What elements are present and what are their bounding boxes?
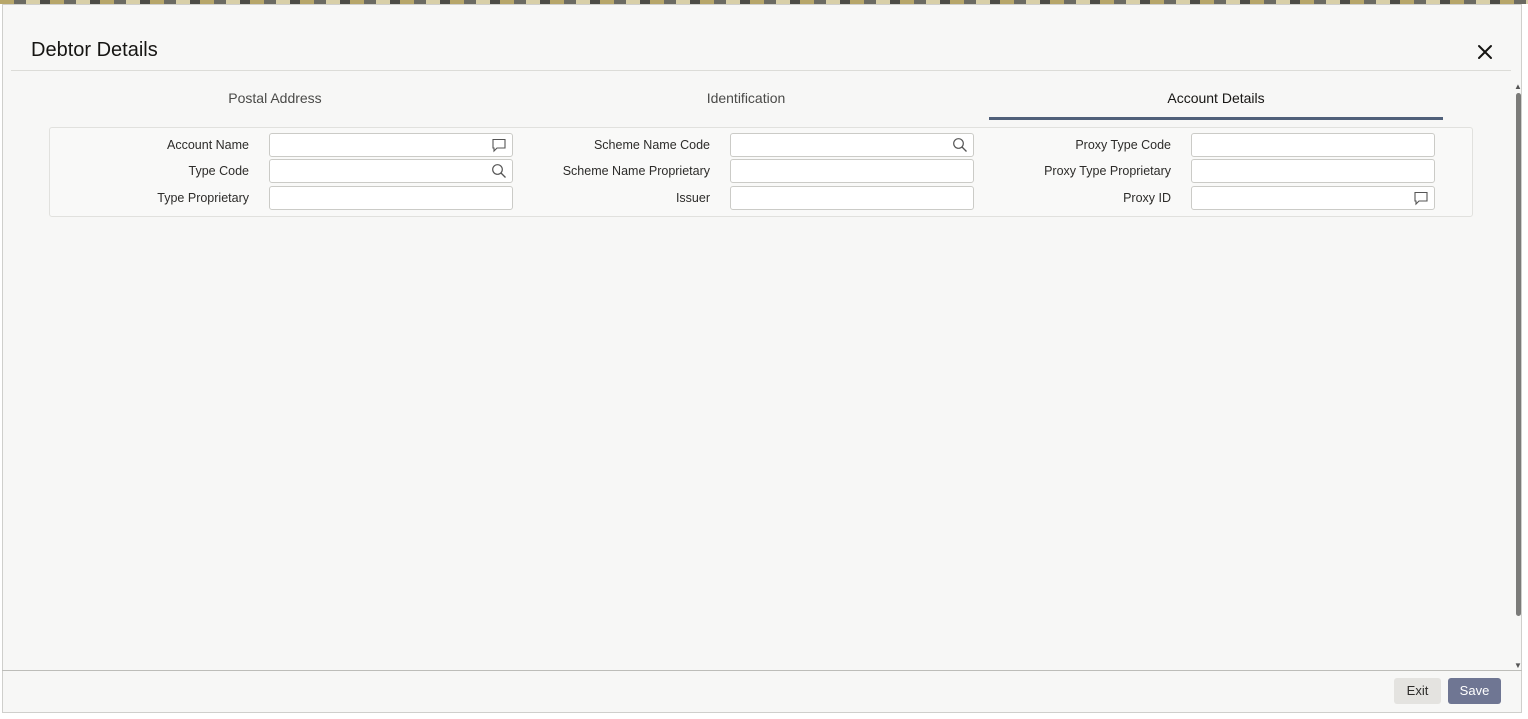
dialog-title: Debtor Details bbox=[31, 39, 158, 61]
proxy-type-code-input[interactable] bbox=[1198, 135, 1412, 157]
scheme-name-code-field[interactable] bbox=[730, 133, 974, 157]
scrollbar-thumb[interactable] bbox=[1516, 93, 1521, 616]
comment-icon[interactable] bbox=[491, 137, 507, 153]
exit-button[interactable]: Exit bbox=[1394, 678, 1441, 704]
scroll-up-arrow-icon[interactable]: ▲ bbox=[1513, 83, 1523, 91]
scheme-name-code-input[interactable] bbox=[737, 135, 951, 157]
footer-divider bbox=[2, 670, 1522, 671]
proxy-type-proprietary-input[interactable] bbox=[1198, 161, 1412, 183]
scheme-name-proprietary-input[interactable] bbox=[737, 161, 951, 183]
search-icon[interactable] bbox=[952, 137, 968, 153]
close-button[interactable] bbox=[1474, 41, 1496, 63]
type-code-label: Type Code bbox=[188, 164, 249, 178]
tab-account-details[interactable]: Account Details bbox=[989, 90, 1443, 120]
title-divider bbox=[11, 70, 1511, 71]
proxy-id-label: Proxy ID bbox=[1123, 191, 1171, 205]
comment-icon[interactable] bbox=[1413, 190, 1429, 206]
debtor-details-dialog: Debtor Details Postal Address Identifica… bbox=[2, 4, 1522, 713]
account-name-input[interactable] bbox=[276, 135, 490, 157]
proxy-type-proprietary-field[interactable] bbox=[1191, 159, 1435, 183]
scheme-name-proprietary-field[interactable] bbox=[730, 159, 974, 183]
proxy-type-proprietary-label: Proxy Type Proprietary bbox=[1044, 164, 1171, 178]
type-proprietary-label: Type Proprietary bbox=[157, 191, 249, 205]
type-code-field[interactable] bbox=[269, 159, 513, 183]
issuer-input[interactable] bbox=[737, 188, 951, 210]
account-name-label: Account Name bbox=[167, 138, 249, 152]
scheme-name-proprietary-label: Scheme Name Proprietary bbox=[562, 164, 710, 178]
search-icon[interactable] bbox=[491, 163, 507, 179]
tab-identification[interactable]: Identification bbox=[519, 90, 973, 120]
proxy-type-code-label: Proxy Type Code bbox=[1075, 138, 1171, 152]
proxy-type-code-field[interactable] bbox=[1191, 133, 1435, 157]
type-code-input[interactable] bbox=[276, 161, 490, 183]
save-button[interactable]: Save bbox=[1448, 678, 1501, 704]
issuer-field[interactable] bbox=[730, 186, 974, 210]
type-proprietary-field[interactable] bbox=[269, 186, 513, 210]
proxy-id-field[interactable] bbox=[1191, 186, 1435, 210]
type-proprietary-input[interactable] bbox=[276, 188, 490, 210]
tab-postal-address[interactable]: Postal Address bbox=[48, 90, 502, 120]
issuer-label: Issuer bbox=[675, 191, 710, 205]
proxy-id-input[interactable] bbox=[1198, 188, 1412, 210]
close-icon bbox=[1478, 45, 1492, 59]
scheme-name-code-label: Scheme Name Code bbox=[593, 138, 710, 152]
account-name-field[interactable] bbox=[269, 133, 513, 157]
scroll-down-arrow-icon[interactable]: ▼ bbox=[1513, 662, 1523, 670]
